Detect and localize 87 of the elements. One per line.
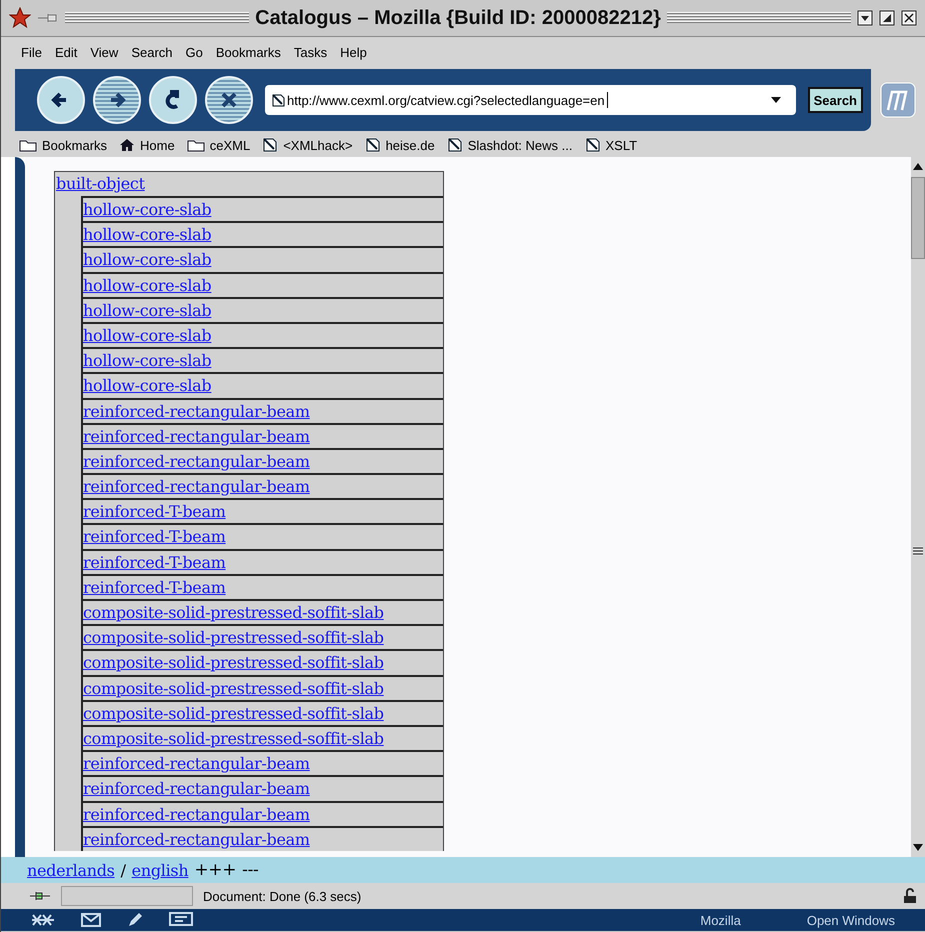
- tree-link[interactable]: hollow-core-slab: [83, 225, 212, 244]
- tree-link[interactable]: reinforced-T-beam: [83, 552, 226, 572]
- tree-link[interactable]: reinforced-rectangular-beam: [83, 804, 310, 824]
- scroll-down-icon[interactable]: [912, 843, 924, 853]
- reload-button[interactable]: [149, 76, 197, 124]
- grip-icon[interactable]: [913, 547, 923, 555]
- bookmark-item[interactable]: XSLT: [584, 138, 638, 152]
- page-icon: [364, 138, 381, 152]
- menu-item[interactable]: Help: [340, 44, 367, 60]
- bookmark-item[interactable]: Home: [119, 138, 175, 152]
- tree-link[interactable]: hollow-core-slab: [83, 300, 212, 320]
- tree-link[interactable]: composite-solid-prestressed-soffit-slab: [83, 628, 384, 648]
- page-icon: [271, 93, 285, 107]
- bookmark-label: Bookmarks: [42, 138, 108, 152]
- bookmark-label: <XMLhack>: [283, 138, 353, 152]
- pen-icon[interactable]: [127, 912, 143, 928]
- bookmark-label: Home: [140, 138, 175, 152]
- bookmark-item[interactable]: ceXML: [186, 138, 250, 152]
- tree-link[interactable]: composite-solid-prestressed-soffit-slab: [83, 653, 384, 672]
- tree-link[interactable]: reinforced-rectangular-beam: [83, 477, 310, 496]
- back-button[interactable]: [37, 76, 85, 124]
- tree-link[interactable]: hollow-core-slab: [83, 376, 212, 396]
- close-icon[interactable]: [901, 10, 918, 26]
- scrollbar[interactable]: [911, 157, 925, 857]
- maximize-icon[interactable]: [879, 10, 896, 26]
- menu-item[interactable]: Bookmarks: [216, 44, 281, 60]
- tree-link[interactable]: hollow-core-slab: [83, 200, 212, 219]
- tree-link[interactable]: reinforced-T-beam: [83, 502, 226, 522]
- star-icon[interactable]: [9, 7, 31, 29]
- tree-link[interactable]: reinforced-rectangular-beam: [83, 830, 310, 849]
- tree-link[interactable]: reinforced-T-beam: [83, 578, 226, 597]
- bookmark-item[interactable]: Bookmarks: [19, 138, 108, 152]
- tree-link[interactable]: hollow-core-slab: [83, 250, 212, 270]
- tree-link[interactable]: composite-solid-prestressed-soffit-slab: [83, 603, 384, 622]
- tree-link[interactable]: composite-solid-prestressed-soffit-slab: [83, 704, 384, 723]
- taskbar-item[interactable]: Mozilla: [700, 912, 741, 928]
- tree-link[interactable]: reinforced-rectangular-beam: [83, 754, 310, 774]
- scroll-up-icon[interactable]: [912, 161, 924, 171]
- navigator-icon[interactable]: [31, 913, 55, 927]
- tree-link[interactable]: reinforced-rectangular-beam: [83, 426, 310, 446]
- bookmark-label: Slashdot: News ...: [468, 138, 572, 152]
- language-link[interactable]: nederlands: [27, 860, 115, 880]
- language-link[interactable]: english: [132, 860, 188, 880]
- page-icon: [446, 138, 463, 152]
- bookmark-label: heise.de: [386, 138, 435, 152]
- pin-icon[interactable]: [37, 12, 59, 24]
- bookmark-item[interactable]: <XMLhack>: [262, 138, 353, 152]
- tree-link[interactable]: reinforced-rectangular-beam: [83, 402, 310, 420]
- minimize-icon[interactable]: [857, 10, 874, 26]
- status-text: Document: Done (6.3 secs): [203, 888, 362, 904]
- folder-icon: [186, 138, 205, 152]
- folder-icon: [19, 138, 37, 152]
- bookmark-label: ceXML: [210, 138, 250, 152]
- padlock-icon: [903, 888, 917, 904]
- composer-icon[interactable]: [169, 912, 193, 928]
- menu-item[interactable]: Go: [186, 44, 203, 60]
- home-icon: [119, 138, 136, 152]
- tree-link[interactable]: built-object: [55, 172, 443, 196]
- page-icon: [262, 138, 278, 152]
- search-button[interactable]: Search: [808, 87, 863, 113]
- dropdown-icon[interactable]: [770, 96, 782, 104]
- expand-control[interactable]: +++: [194, 860, 236, 880]
- tree-link[interactable]: hollow-core-slab: [83, 326, 212, 345]
- window-title: Catalogus – Mozilla {Build ID: 2000082212}: [255, 6, 661, 30]
- tree-link[interactable]: composite-solid-prestressed-soffit-slab: [83, 678, 384, 698]
- menu-item[interactable]: File: [21, 44, 42, 60]
- menu-item[interactable]: Tasks: [294, 44, 328, 60]
- menu-item[interactable]: View: [90, 44, 118, 60]
- url-field[interactable]: http://www.cexml.org/catview.cgi?selectedlanguage=en: [265, 85, 796, 115]
- scroll-thumb[interactable]: [911, 177, 925, 259]
- tree-link[interactable]: reinforced-T-beam: [83, 527, 226, 546]
- tree-link[interactable]: reinforced-rectangular-beam: [83, 779, 310, 798]
- tree-link[interactable]: hollow-core-slab: [83, 351, 212, 370]
- taskbar-item[interactable]: Open Windows: [806, 912, 895, 928]
- menu-item[interactable]: Search: [131, 44, 173, 60]
- tree-link[interactable]: composite-solid-prestressed-soffit-slab: [83, 728, 384, 748]
- bookmark-item[interactable]: heise.de: [364, 138, 435, 152]
- bookmark-item[interactable]: Slashdot: News ...: [446, 138, 572, 152]
- bookmark-label: XSLT: [606, 138, 638, 152]
- connection-icon: [29, 890, 51, 902]
- menu-item[interactable]: Edit: [54, 44, 78, 60]
- collapse-control[interactable]: ---: [242, 860, 259, 880]
- separator-text: /: [120, 860, 126, 880]
- mail-icon[interactable]: [81, 913, 101, 927]
- tree-link[interactable]: reinforced-rectangular-beam: [83, 452, 310, 471]
- tree-link[interactable]: hollow-core-slab: [83, 276, 212, 295]
- page-icon: [584, 138, 600, 152]
